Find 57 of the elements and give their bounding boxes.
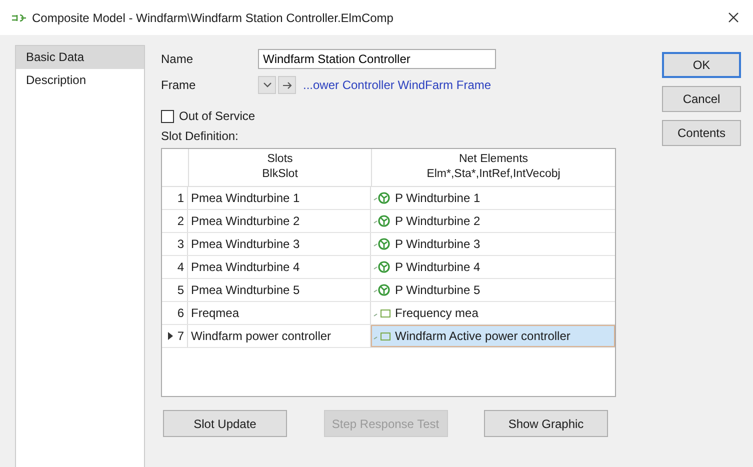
section-label: Slot Definition: (161, 129, 240, 143)
column-header[interactable]: Net Elements Elm*,Sta*,IntRef,IntVecobj (372, 149, 615, 186)
table-cell[interactable]: P Windturbine 2 (371, 210, 615, 232)
table-cell: Pmea Windturbine 2 (188, 210, 371, 232)
element-name: P Windturbine 1 (395, 191, 480, 205)
table-cell[interactable]: Windfarm Active power controller (371, 325, 615, 347)
element-name: Windfarm Active power controller (395, 329, 570, 343)
model-icon (373, 306, 393, 320)
turbine-icon (373, 238, 393, 250)
element-name: P Windturbine 2 (395, 214, 480, 228)
close-icon[interactable] (728, 12, 739, 23)
table-cell: Pmea Windturbine 3 (188, 233, 371, 255)
row-number: 4 (177, 260, 184, 274)
table-cell[interactable]: Frequency mea (371, 302, 615, 324)
chevron-down-icon (262, 82, 272, 88)
element-name: P Windturbine 5 (395, 283, 480, 297)
column-header[interactable]: Slots BlkSlot (189, 149, 372, 186)
dialog-button[interactable]: Contents (662, 120, 741, 146)
dropdown-button[interactable] (258, 76, 276, 94)
frame-label: Frame (161, 78, 197, 92)
window-title: Composite Model - Windfarm\Windfarm Station Controller.ElmComp (32, 10, 394, 24)
action-button[interactable]: Show Graphic (484, 410, 608, 437)
turbine-icon (373, 192, 393, 204)
turbine-icon (373, 214, 393, 228)
frame-link[interactable]: ...ower Controller WindFarm Frame (303, 78, 492, 92)
checkbox[interactable] (161, 110, 174, 122)
row-number: 2 (177, 214, 184, 228)
name-field[interactable]: Windfarm Station Controller (258, 49, 496, 69)
table-cell: Pmea Windturbine 1 (188, 187, 371, 209)
arrow-right-icon (282, 82, 292, 88)
table-cell: Freqmea (188, 302, 371, 324)
row-number: 7 (177, 329, 184, 343)
table-cell[interactable]: P Windturbine 4 (371, 256, 615, 278)
dialog-button[interactable]: OK (662, 52, 741, 78)
table-cell[interactable]: P Windturbine 5 (371, 279, 615, 301)
row-number: 3 (177, 237, 184, 251)
sidebar-item[interactable]: Description (16, 69, 144, 92)
row-number: 1 (177, 191, 184, 205)
name-label: Name (161, 52, 194, 66)
table-cell: Pmea Windturbine 4 (188, 256, 371, 278)
model-icon (373, 330, 393, 342)
element-name: P Windturbine 4 (395, 260, 480, 274)
link-icon (12, 14, 26, 22)
row-number: 6 (177, 306, 184, 320)
turbine-icon (373, 260, 393, 274)
table-cell[interactable]: P Windturbine 3 (371, 233, 615, 255)
jump-button[interactable] (278, 76, 296, 94)
element-name: P Windturbine 3 (395, 237, 480, 251)
row-number: 5 (177, 283, 184, 297)
table-cell: Pmea Windturbine 5 (188, 279, 371, 301)
action-button[interactable]: Slot Update (163, 410, 287, 437)
dialog-button[interactable]: Cancel (662, 86, 741, 112)
sidebar-item[interactable]: Basic Data (16, 46, 144, 69)
table-cell[interactable]: P Windturbine 1 (371, 187, 615, 209)
checkbox-label: Out of Service (179, 109, 256, 123)
element-name: Frequency mea (395, 306, 478, 320)
turbine-icon (373, 284, 393, 296)
